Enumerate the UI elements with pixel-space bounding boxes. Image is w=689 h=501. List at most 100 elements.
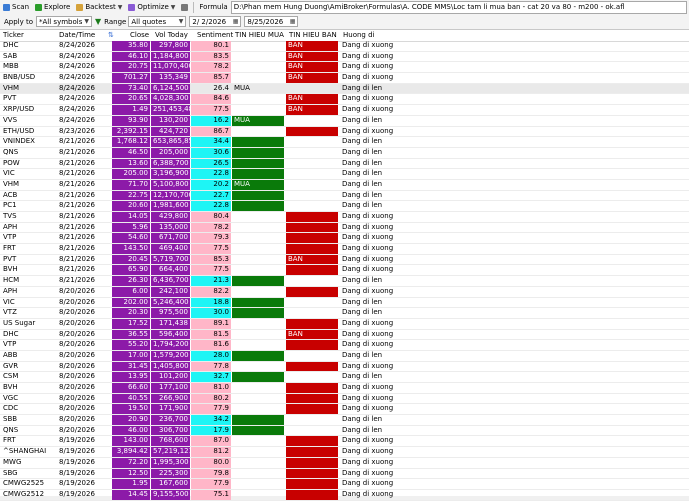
backtest-button[interactable]: Backtest ▼ <box>73 1 125 13</box>
column-header-date[interactable]: Date/Time <box>59 30 95 41</box>
table-row[interactable]: VHM 8/24/2026 73.40 6,124,500 26.4 MUA Dang di… <box>0 83 689 95</box>
vol-today-cell: 167,600 <box>151 479 190 489</box>
vol-today-cell: 297,800 <box>151 41 190 51</box>
table-row[interactable]: PVT 8/24/2026 20.65 4,028,300 84.6 BAN Dang di… <box>0 94 689 106</box>
tin-hieu-mua-cell <box>232 436 284 446</box>
huong-di-cell: Dang di xuong <box>342 393 394 402</box>
table-row[interactable]: ^SHANGHAI 8/19/2026 3,894.4257,219,121,...… <box>0 447 689 458</box>
table-row[interactable]: VIC 8/21/2026 205.00 3,196,900 22.8 Dang di l… <box>0 169 689 180</box>
table-row[interactable]: VTZ 8/20/2026 20.30 975,500 30.0 Dang di len <box>0 308 689 319</box>
column-header-vol[interactable]: Vol Today <box>155 30 188 41</box>
calendar-icon[interactable]: ▦ <box>233 18 239 25</box>
table-row[interactable]: US Sugar 8/20/2026 17.52 171,438 89.1 Dang di… <box>0 318 689 330</box>
table-row[interactable]: ACB 8/21/2026 22.75 12,170,700 22.7 Dang di l… <box>0 190 689 202</box>
table-row[interactable]: CMWG2525 8/19/2026 1.95 167,600 77.9 Dang di … <box>0 479 689 490</box>
table-row[interactable]: HCM 8/21/2026 26.30 6,436,700 21.3 Dang di le… <box>0 276 689 287</box>
date-to-field[interactable]: 8/25/2026 ▦ <box>244 16 299 27</box>
table-row[interactable]: VNINDEX 8/21/2026 1,768.12653,865,85634.4 D… <box>0 137 689 148</box>
table-row[interactable]: FRT 8/21/2026 143.50 469,400 77.5 Dang di xuo… <box>0 244 689 255</box>
table-row[interactable]: VIC 8/20/2026 202.00 5,246,400 18.8 Dang di l… <box>0 297 689 309</box>
column-header-close[interactable]: Close <box>130 30 149 41</box>
table-row[interactable]: TVS 8/21/2026 14.05 429,800 80.4 Dang di xuon… <box>0 212 689 223</box>
table-row[interactable]: VHM 8/21/2026 71.70 5,100,800 20.2 MUA Dang di… <box>0 179 689 191</box>
table-row[interactable]: QNS 8/20/2026 46.00 306,700 17.9 Dang di len <box>0 425 689 437</box>
huong-di-cell: Dang di xuong <box>342 383 394 391</box>
table-row[interactable]: BNB/USD 8/24/2026 701.27 135,349 85.7 BAN Dang… <box>0 73 689 84</box>
column-header-ticker[interactable]: Ticker <box>3 30 24 41</box>
explore-button[interactable]: Explore <box>32 1 73 13</box>
tin-hieu-mua-cell: MUA <box>232 179 284 190</box>
table-row[interactable]: BVH 8/20/2026 66.60 177,100 81.0 Dang di xuon… <box>0 383 689 394</box>
table-row[interactable]: FRT 8/19/2026 143.00 768,600 87.0 Dang di xuo… <box>0 436 689 448</box>
table-row[interactable]: QNS 8/21/2026 46.50 205,000 30.6 Dang di len <box>0 147 689 159</box>
table-row[interactable]: SAB 8/24/2026 46.10 1,184,800 83.5 BAN Dang di… <box>0 51 689 63</box>
table-row[interactable]: CDC 8/20/2026 19.50 171,900 77.9 Dang di xuon… <box>0 404 689 416</box>
close-cell: 20.60 <box>112 201 150 211</box>
formula-path-field[interactable]: D:\Phan mem Hung Duong\AmiBroker\Formula… <box>230 0 687 14</box>
date-cell: 8/24/2026 <box>59 105 95 114</box>
scan-button[interactable]: Scan <box>0 1 32 13</box>
date-from-field[interactable]: 2/ 2/2026 ▦ <box>189 16 242 27</box>
date-cell: 8/20/2026 <box>59 393 95 402</box>
tin-hieu-mua-cell <box>232 319 284 329</box>
table-row[interactable]: SBG 8/19/2026 12.50 225,300 79.8 Dang di xuon… <box>0 468 689 480</box>
toolbar-extra-button[interactable] <box>178 1 191 13</box>
table-row[interactable]: MBB 8/24/2026 20.75 11,070,400 78.2 BAN Dang d… <box>0 62 689 74</box>
sort-icon[interactable]: ⇅ <box>108 30 114 41</box>
tin-hieu-ban-cell <box>286 222 338 233</box>
table-row[interactable]: APH 8/20/2026 6.00 242,100 82.2 Dang di xuong <box>0 286 689 298</box>
table-row[interactable]: VVS 8/24/2026 93.90 130,200 16.2 MUA Dang di l… <box>0 115 689 127</box>
chevron-down-icon[interactable]: ▼ <box>171 4 176 11</box>
table-row[interactable]: MWG 8/19/2026 72.20 1,995,300 80.0 Dang di xu… <box>0 457 689 469</box>
vol-today-cell: 429,800 <box>151 212 190 222</box>
table-row[interactable]: DHC 8/20/2026 36.55 596,400 81.5 BAN Dang di x… <box>0 329 689 341</box>
tin-hieu-ban-cell <box>286 415 338 425</box>
ticker-cell: GVR <box>3 361 19 370</box>
tin-hieu-mua-cell <box>232 350 284 361</box>
table-row[interactable]: ETH/USD 8/23/2026 2,392.15 424,720 86.7 Dang … <box>0 126 689 138</box>
table-row[interactable]: GVR 8/20/2026 31.45 1,405,800 77.8 Dang di xu… <box>0 361 689 373</box>
optimize-button[interactable]: Optimize ▼ <box>125 1 178 13</box>
apply-to-value: *All symbols <box>39 17 83 26</box>
table-row[interactable]: DHC 8/24/2026 35.80 297,800 80.1 BAN Dang di x… <box>0 41 689 52</box>
table-row[interactable]: VGC 8/20/2026 40.55 266,900 80.2 Dang di xuon… <box>0 393 689 405</box>
chevron-down-icon[interactable]: ▼ <box>118 4 123 11</box>
table-row[interactable]: PC1 8/21/2026 20.60 1,981,600 22.8 Dang di le… <box>0 201 689 212</box>
close-cell: 12.50 <box>112 468 150 479</box>
column-header-tin-hieu-ban[interactable]: TIN HIEU BAN <box>289 30 337 41</box>
table-row[interactable]: VTP 8/21/2026 54.60 671,700 79.3 Dang di xuon… <box>0 233 689 245</box>
vol-today-cell: 4,028,300 <box>151 94 190 105</box>
table-row[interactable]: CMWG2512 8/19/2026 14.45 9,155,500 75.1 Dang … <box>0 489 689 501</box>
vol-today-cell: 5,100,800 <box>151 179 190 190</box>
table-row[interactable]: SBB 8/20/2026 20.90 236,700 34.2 Dang di len <box>0 415 689 426</box>
table-row[interactable]: BVH 8/21/2026 65.90 664,400 77.5 Dang di xuon… <box>0 265 689 277</box>
tin-hieu-ban-cell: BAN <box>286 329 338 340</box>
apply-to-select[interactable]: *All symbols ▼ <box>36 16 93 27</box>
table-row[interactable]: XRP/USD 8/24/2026 1.49251,453,48877.5 BAN Da… <box>0 105 689 116</box>
calendar-icon[interactable]: ▦ <box>290 18 296 25</box>
close-cell: 17.52 <box>112 318 150 329</box>
column-header-huong-di[interactable]: Huong di <box>343 30 374 41</box>
wrench-icon <box>181 3 189 11</box>
range-select[interactable]: All quotes ▼ <box>128 16 187 27</box>
sentiment-cell: 85.3 <box>191 254 231 265</box>
huong-di-cell: Dang di xuong <box>342 244 394 253</box>
table-row[interactable]: CSM 8/20/2026 13.95 101,200 32.7 Dang di len <box>0 372 689 383</box>
table-row[interactable]: POW 8/21/2026 13.60 6,388,700 26.5 Dang di le… <box>0 158 689 170</box>
table-row[interactable]: APH 8/21/2026 5.96 135,000 78.2 Dang di xuong <box>0 222 689 234</box>
table-row[interactable]: VTP 8/20/2026 55.20 1,794,200 81.6 Dang di xu… <box>0 340 689 351</box>
column-header-sentiment[interactable]: Sentiment <box>197 30 233 41</box>
vol-today-cell: 1,981,600 <box>151 201 190 211</box>
date-cell: 8/20/2026 <box>59 340 95 349</box>
close-cell: 20.45 <box>112 254 150 265</box>
sentiment-cell: 82.2 <box>191 286 231 297</box>
sentiment-cell: 80.0 <box>191 457 231 468</box>
column-header-tin-hieu-mua[interactable]: TIN HIEU MUA <box>235 30 284 41</box>
table-row[interactable]: PVT 8/21/2026 20.45 5,719,700 85.3 BAN Dang di… <box>0 254 689 266</box>
table-row[interactable]: ABB 8/20/2026 17.00 1,579,200 28.0 Dang di le… <box>0 350 689 362</box>
close-cell: 202.00 <box>112 297 150 308</box>
date-cell: 8/24/2026 <box>59 51 95 60</box>
sentiment-cell: 17.9 <box>191 425 231 436</box>
tin-hieu-ban-cell: BAN <box>286 105 338 115</box>
filter-icon[interactable]: ▼ <box>92 17 104 26</box>
